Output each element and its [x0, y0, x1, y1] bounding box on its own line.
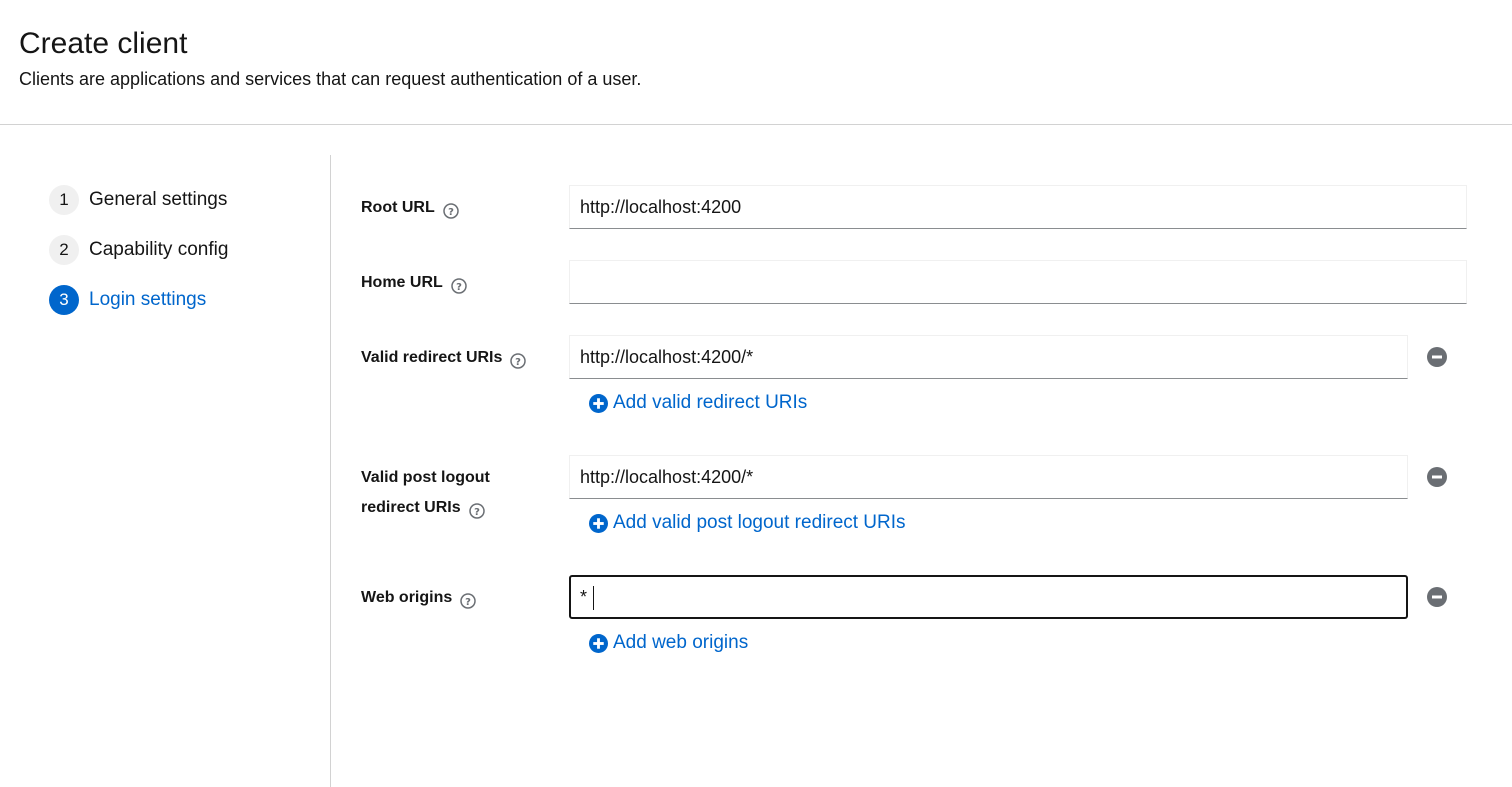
valid-redirect-uri-input[interactable] [569, 335, 1408, 379]
valid-post-logout-label-line1: Valid post logout [361, 469, 490, 486]
add-valid-redirect-uri-button[interactable]: Add valid redirect URIs [589, 391, 807, 415]
valid-redirect-uris-label-text: Valid redirect URIs [361, 349, 503, 366]
svg-text:?: ? [515, 357, 521, 368]
root-url-input[interactable] [569, 185, 1467, 229]
add-web-origin-button[interactable]: Add web origins [589, 631, 748, 655]
svg-text:?: ? [474, 507, 480, 518]
text-cursor [593, 586, 594, 610]
minus-circle-icon[interactable] [1427, 347, 1447, 367]
question-circle-icon[interactable]: ? [468, 500, 485, 519]
web-origin-input[interactable] [569, 575, 1408, 619]
wizard-step-login-settings[interactable]: 3 Login settings [49, 285, 206, 315]
step-label: Capability config [89, 239, 229, 260]
page-title: Create client [19, 27, 188, 60]
valid-post-logout-redirect-uris-label: Valid post logout [361, 463, 490, 493]
add-valid-post-logout-redirect-uri-button[interactable]: Add valid post logout redirect URIs [589, 511, 906, 535]
svg-text:?: ? [456, 282, 462, 293]
create-client-page: Create client Clients are applications a… [0, 0, 1512, 787]
home-url-label: Home URL? [361, 268, 467, 298]
valid-post-logout-label-line2: redirect URIs [361, 499, 461, 516]
plus-circle-icon [589, 393, 608, 413]
wizard-nav [0, 125, 330, 787]
step-number: 3 [49, 285, 79, 315]
step-label: Login settings [89, 289, 207, 310]
minus-circle-icon[interactable] [1427, 467, 1447, 487]
svg-text:?: ? [448, 207, 454, 218]
root-url-label: Root URL? [361, 193, 459, 223]
add-valid-post-logout-redirect-uri-label: Add valid post logout redirect URIs [613, 512, 906, 533]
home-url-label-text: Home URL [361, 274, 443, 291]
valid-post-logout-redirect-uris-label-2: redirect URIs? [361, 493, 485, 523]
web-origins-label-text: Web origins [361, 589, 453, 606]
home-url-input[interactable] [569, 260, 1467, 304]
question-circle-icon[interactable]: ? [510, 350, 527, 369]
minus-circle-icon[interactable] [1427, 587, 1447, 607]
plus-circle-icon [589, 513, 608, 533]
step-label: General settings [89, 189, 228, 210]
root-url-label-text: Root URL [361, 199, 435, 216]
valid-redirect-uris-label: Valid redirect URIs? [361, 343, 527, 373]
wizard-step-capability-config[interactable]: 2 Capability config [49, 235, 228, 265]
wizard-step-general-settings[interactable]: 1 General settings [49, 185, 227, 215]
step-number: 2 [49, 235, 79, 265]
add-valid-redirect-uri-label: Add valid redirect URIs [613, 392, 808, 413]
svg-text:?: ? [465, 597, 471, 608]
step-number: 1 [49, 185, 79, 215]
wizard-nav-divider [330, 155, 331, 787]
plus-circle-icon [589, 633, 608, 653]
web-origins-label: Web origins? [361, 583, 477, 613]
question-circle-icon[interactable]: ? [443, 200, 459, 219]
valid-post-logout-redirect-uri-input[interactable] [569, 455, 1408, 499]
question-circle-icon[interactable]: ? [460, 590, 477, 609]
page-subtitle: Clients are applications and services th… [19, 69, 642, 89]
add-web-origin-label: Add web origins [613, 632, 749, 653]
question-circle-icon[interactable]: ? [451, 275, 467, 294]
